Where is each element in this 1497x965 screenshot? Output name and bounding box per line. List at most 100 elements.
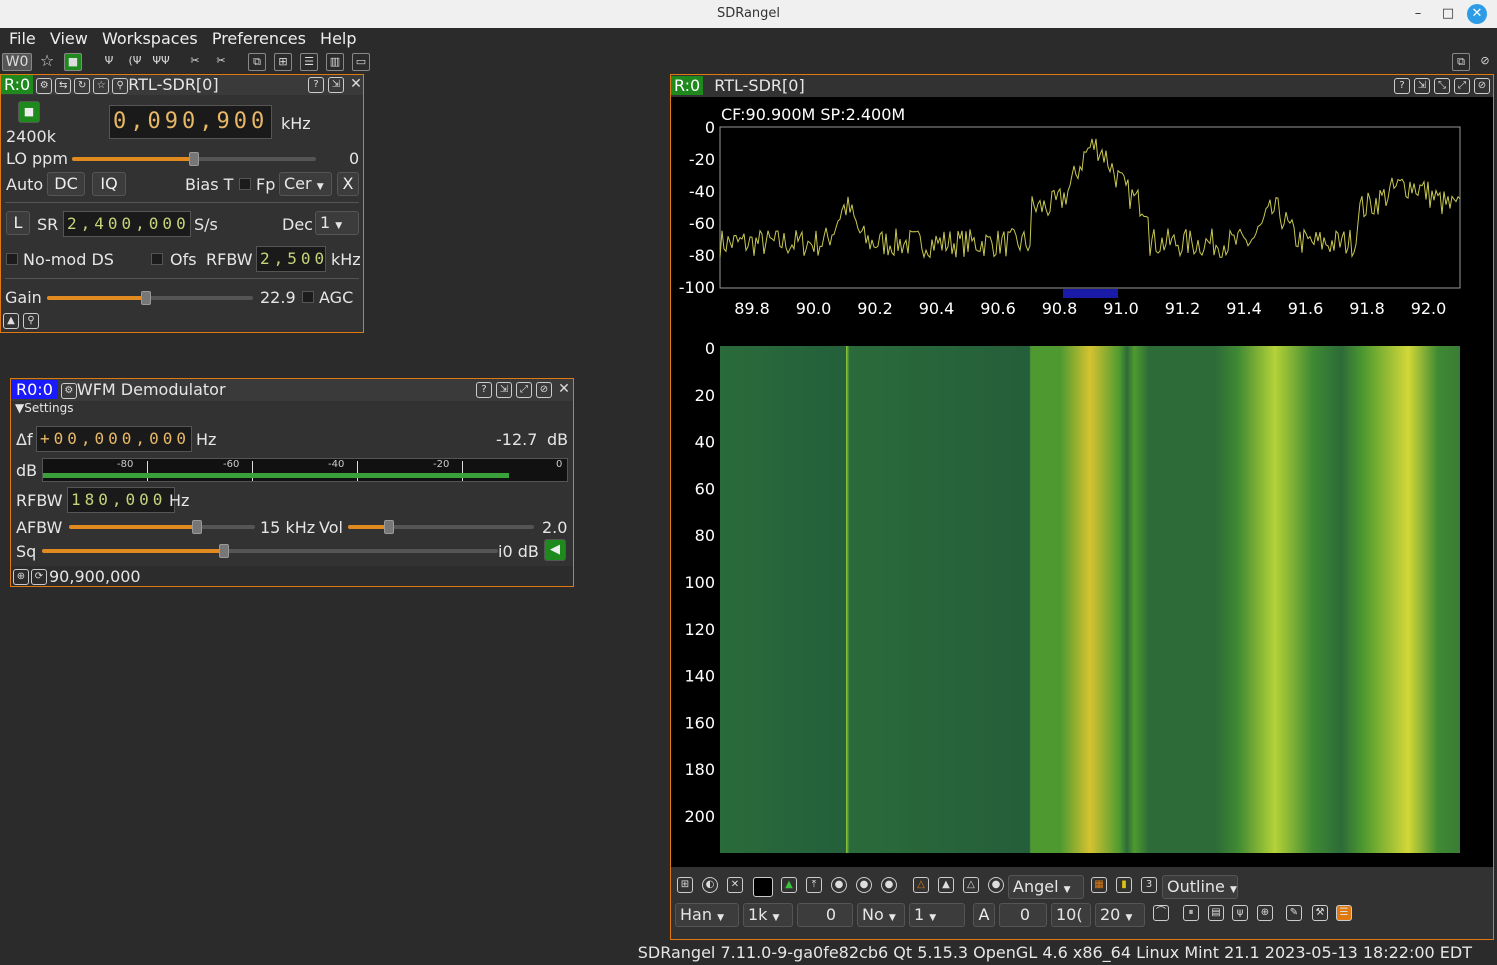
menu-view[interactable]: View <box>41 28 88 50</box>
palette-select[interactable]: Angel ▼ <box>1008 875 1084 899</box>
nomod-checkbox[interactable] <box>6 253 18 265</box>
fft-size-select[interactable]: 1k ▼ <box>743 903 793 927</box>
help-icon[interactable]: ? <box>1394 78 1410 94</box>
agc-checkbox[interactable] <box>302 291 314 303</box>
iq-button[interactable]: IQ <box>92 172 126 196</box>
dc-button[interactable]: DC <box>47 172 85 196</box>
demod-rfbw-dial[interactable]: 180,000 <box>67 487 175 513</box>
grid-icon[interactable]: ⊞ <box>677 877 693 893</box>
waterfall-icon[interactable]: ▦ <box>1091 877 1107 893</box>
df-dial[interactable]: +00,000,000 <box>36 426 192 452</box>
fps-select[interactable]: 20 ▼ <box>1095 903 1145 927</box>
menu-icon[interactable]: ☰ <box>1336 905 1352 921</box>
help-icon[interactable]: ? <box>308 77 324 93</box>
minimize-button[interactable]: – <box>1408 4 1428 24</box>
grid-intensity-icon[interactable]: ◐ <box>702 877 718 893</box>
gear-icon[interactable]: ⚙ <box>60 382 77 399</box>
feature2-icon[interactable]: ✂ <box>212 53 230 71</box>
current-trace-icon[interactable]: △ <box>913 877 929 893</box>
3d-spectrogram-icon[interactable]: ▮ <box>1116 877 1132 893</box>
hide-icon[interactable]: ⊘ <box>1474 78 1490 94</box>
auto-scale-button[interactable]: A <box>973 903 995 927</box>
hide-icon[interactable]: ⊘ <box>1476 53 1494 71</box>
clear-icon[interactable]: ✕ <box>727 877 743 893</box>
star-icon[interactable]: ☆ <box>38 53 56 71</box>
settings-icon[interactable]: ⚒ <box>1312 905 1328 921</box>
waterfall[interactable] <box>720 346 1460 853</box>
stack-vertical-icon[interactable]: ▥ <box>326 53 344 71</box>
move-icon[interactable]: ⇲ <box>328 77 344 93</box>
color-icon[interactable] <box>753 877 773 897</box>
squelch-slider[interactable] <box>42 544 498 558</box>
range-spinbox[interactable]: 10( <box>1051 903 1091 927</box>
menu-preferences[interactable]: Preferences <box>203 28 306 50</box>
maximize-button[interactable]: □ <box>1438 4 1458 24</box>
swap-icon[interactable]: ⇆ <box>55 77 72 94</box>
overlap-spinbox[interactable]: 0 <box>797 903 853 927</box>
decay-icon[interactable]: ● <box>831 877 847 893</box>
menu-workspaces[interactable]: Workspaces <box>93 28 198 50</box>
server-icon[interactable]: ψ <box>1232 905 1248 921</box>
stack-icon[interactable]: ☰ <box>300 53 318 71</box>
reload-icon[interactable]: ↻ <box>74 77 91 94</box>
ofs-checkbox[interactable] <box>151 253 163 265</box>
window-function-select[interactable]: Han ▼ <box>675 903 739 927</box>
sample-rate-dial[interactable]: 2,400,000 <box>63 211 191 237</box>
channel-add-icon[interactable]: ⚲ <box>23 313 39 329</box>
rfbw-dial[interactable]: 2,500 <box>256 246 326 272</box>
bias-t-checkbox[interactable] <box>239 178 251 190</box>
help-icon[interactable]: ? <box>476 382 492 398</box>
tile-icon[interactable]: ⊞ <box>274 53 292 71</box>
maximize-icon[interactable]: ⤢ <box>1454 78 1470 94</box>
stroke-icon[interactable]: ● <box>881 877 897 893</box>
lo-ppm-slider[interactable] <box>72 152 316 166</box>
frequency-dial[interactable]: 0,090,900 <box>109 105 272 139</box>
channel-marker[interactable] <box>1063 289 1118 298</box>
dec-select[interactable]: 1 ▼ <box>315 211 359 235</box>
vol-slider[interactable] <box>348 520 534 534</box>
tx-icon[interactable]: (Ψ <box>126 53 144 71</box>
gain-slider[interactable] <box>47 291 253 305</box>
device-icon[interactable]: ⚲ <box>112 77 129 94</box>
window-icon[interactable]: ▭ <box>352 53 370 71</box>
l-button[interactable]: L <box>6 211 30 235</box>
workspace-button[interactable]: W0 <box>2 53 32 71</box>
stop-icon[interactable]: ■ <box>64 53 82 71</box>
outline-select[interactable]: Outline ▼ <box>1162 875 1238 899</box>
feature-icon[interactable]: ✂ <box>186 53 204 71</box>
settings-toggle[interactable]: ▼Settings <box>15 401 73 415</box>
cascade-icon[interactable]: ⧉ <box>248 53 266 71</box>
max-trace-icon[interactable]: ▲ <box>938 877 954 893</box>
audio-mute-button[interactable]: ◀ <box>544 539 566 561</box>
max-hold-icon[interactable]: ⤒ <box>806 877 822 893</box>
close-icon[interactable]: ✕ <box>348 77 364 93</box>
menu-help[interactable]: Help <box>311 28 356 50</box>
averaging-select[interactable]: 1 ▼ <box>909 903 965 927</box>
measure-icon[interactable]: ✎ <box>1286 905 1302 921</box>
save-icon[interactable]: ▤ <box>1208 905 1224 921</box>
mimo-icon[interactable]: ΨΨ <box>152 53 170 71</box>
gear-icon[interactable]: ⚙ <box>36 77 53 94</box>
averaging-mode-select[interactable]: No ▼ <box>857 903 905 927</box>
afbw-slider[interactable] <box>69 520 255 534</box>
close-button[interactable]: ✕ <box>1467 4 1487 24</box>
close-icon[interactable]: ✕ <box>556 382 572 398</box>
fill-icon[interactable]: ▲ <box>781 877 797 893</box>
waterfall-shading-icon[interactable]: ● <box>988 877 1004 893</box>
decay-divisor-icon[interactable]: ● <box>856 877 872 893</box>
stream-icon[interactable]: ⊕ <box>13 568 29 585</box>
freeze-icon[interactable]: ⏸ <box>1183 905 1199 921</box>
fp-select[interactable]: Cer ▼ <box>279 172 332 196</box>
rx-icon[interactable]: Ψ <box>100 53 118 71</box>
spectrum-display[interactable]: CF:90.900M SP:2.400M 0 -20 -40 -60 -80 -100 8… <box>671 97 1493 867</box>
3d-icon[interactable]: 3 <box>1141 877 1157 893</box>
shrink-icon[interactable]: ⤡ <box>1434 78 1450 94</box>
hide-icon[interactable]: ⊘ <box>536 382 552 398</box>
x-button[interactable]: X <box>337 172 359 196</box>
expand-icon[interactable]: ▲ <box>3 313 19 329</box>
move-icon[interactable]: ⇲ <box>1414 78 1430 94</box>
move-icon[interactable]: ⇲ <box>496 382 512 398</box>
star-icon[interactable]: ☆ <box>93 77 110 94</box>
link-icon[interactable]: ⟳ <box>31 568 47 585</box>
ref-level-spinbox[interactable]: 0 <box>999 903 1047 927</box>
